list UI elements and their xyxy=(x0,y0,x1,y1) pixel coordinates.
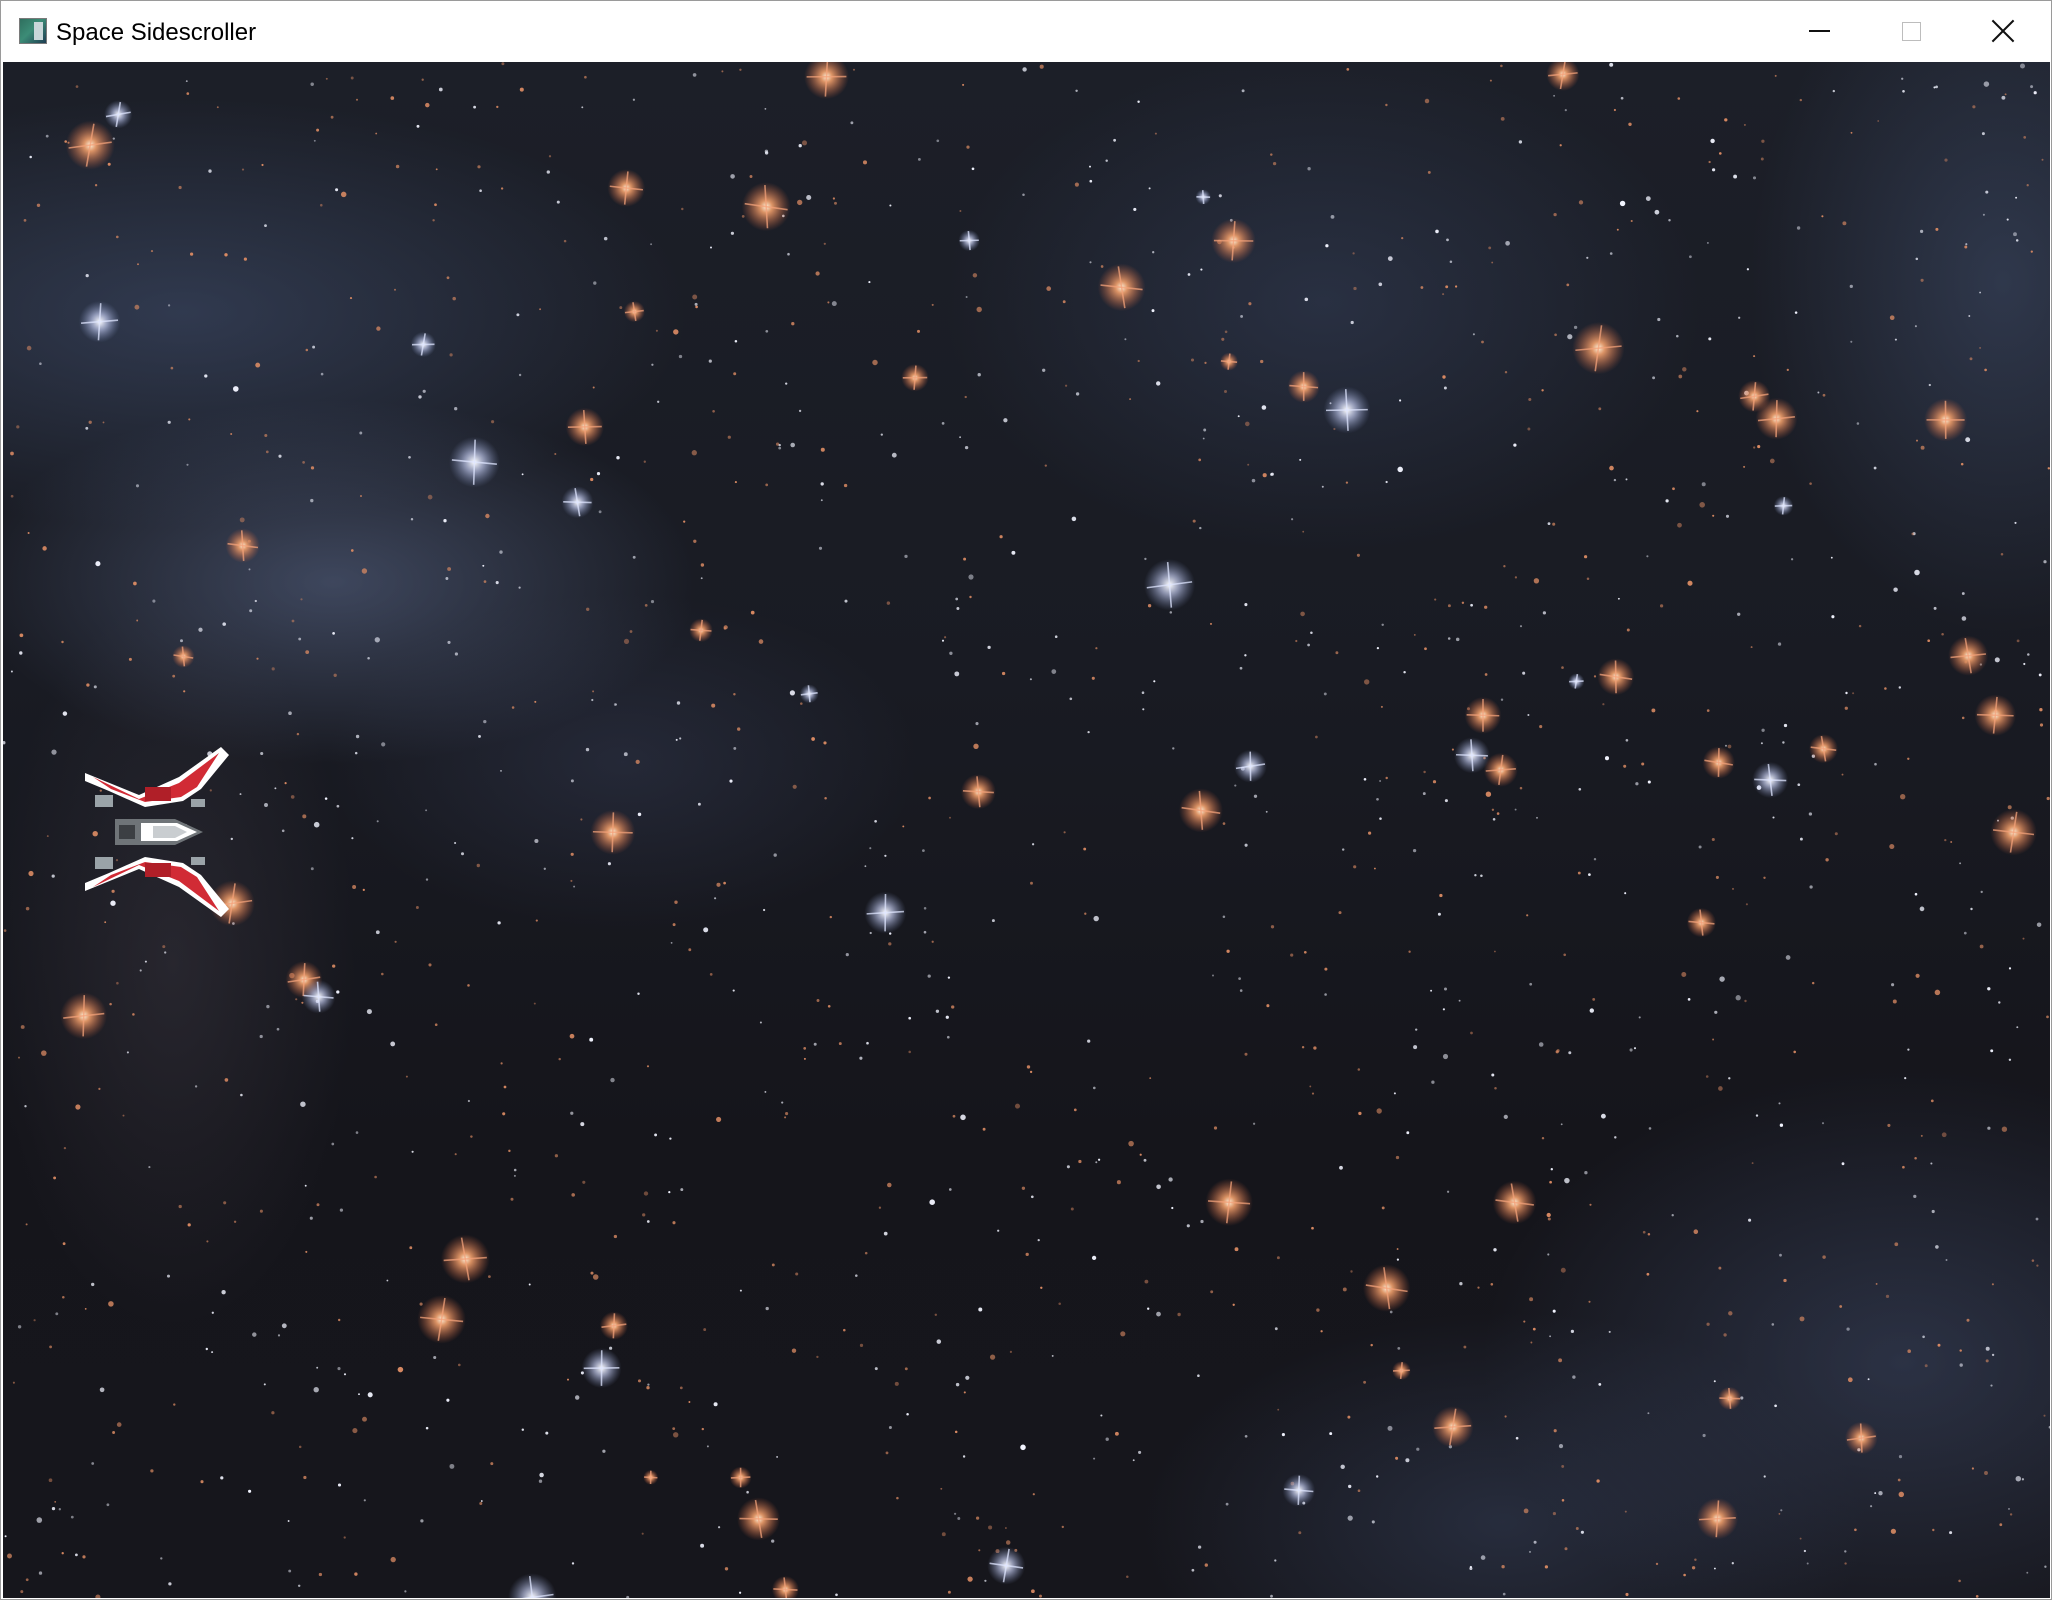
game-canvas[interactable] xyxy=(3,62,2050,1598)
title-bar[interactable]: Space Sidescroller xyxy=(1,1,2051,62)
minimize-icon xyxy=(1808,30,1830,32)
maximize-button[interactable] xyxy=(1865,1,1957,61)
player-ship[interactable] xyxy=(79,747,234,917)
maximize-icon xyxy=(1901,21,1921,41)
app-window: Space Sidescroller xyxy=(0,0,2052,1600)
window-title: Space Sidescroller xyxy=(56,19,257,46)
minimize-button[interactable] xyxy=(1773,1,1865,61)
starfield-background xyxy=(3,62,2050,1598)
distant-stars xyxy=(3,62,2050,1598)
app-icon xyxy=(19,18,47,44)
close-icon xyxy=(1991,19,2015,43)
close-button[interactable] xyxy=(1957,1,2049,61)
bright-stars xyxy=(60,62,2037,1598)
